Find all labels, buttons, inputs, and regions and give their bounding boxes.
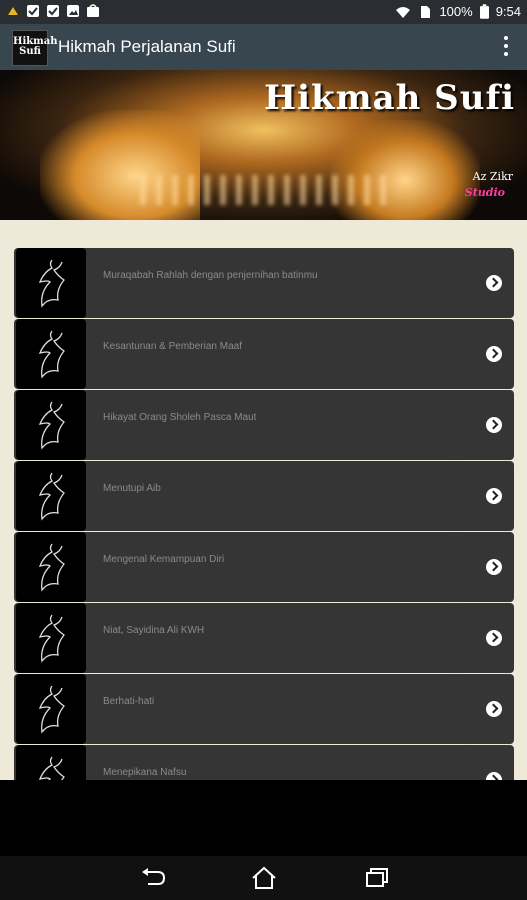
content-area: Muraqabah Rahlah dengan penjernihan bati… — [0, 220, 527, 780]
app-logo-icon: Hikmah Sufi — [12, 30, 58, 66]
chevron-right-icon[interactable] — [486, 701, 502, 717]
home-icon[interactable] — [249, 866, 279, 890]
list-item[interactable]: Mengenal Kemampuan Diri — [14, 532, 514, 602]
back-icon[interactable] — [138, 866, 168, 890]
banner-subtitle-studio: Studio — [464, 186, 505, 199]
chevron-right-icon[interactable] — [486, 559, 502, 575]
list-item-label: Muraqabah Rahlah dengan penjernihan bati… — [103, 270, 318, 281]
list-item[interactable]: Hikayat Orang Sholeh Pasca Maut — [14, 390, 514, 460]
list-item[interactable]: Kesantunan & Pemberian Maaf — [14, 319, 514, 389]
battery-percent: 100% — [439, 4, 473, 19]
dervish-thumbnail-icon — [16, 248, 86, 318]
more-vertical-icon[interactable] — [503, 36, 509, 58]
ad-area — [0, 780, 527, 856]
chevron-right-icon[interactable] — [486, 488, 502, 504]
app-logo-line2: Sufi — [19, 46, 41, 57]
list-item-label: Mengenal Kemampuan Diri — [103, 554, 225, 565]
list-item-label: Menutupi Aib — [103, 483, 161, 494]
article-list[interactable]: Muraqabah Rahlah dengan penjernihan bati… — [14, 248, 514, 780]
dervish-thumbnail-icon — [16, 745, 86, 780]
wifi-icon — [396, 6, 411, 18]
dervish-thumbnail-icon — [16, 674, 86, 744]
app-bar: Hikmah Sufi Hikmah Perjalanan Sufi — [0, 24, 527, 70]
chevron-right-icon[interactable] — [486, 630, 502, 646]
notification-icon — [8, 7, 18, 15]
list-item[interactable]: Menepikana Nafsu — [14, 745, 514, 780]
list-item[interactable]: Niat, Sayidina Ali KWH — [14, 603, 514, 673]
status-bar: 100% 9:54 — [0, 0, 527, 24]
chevron-right-icon[interactable] — [486, 275, 502, 291]
battery-icon — [479, 4, 489, 19]
chevron-right-icon[interactable] — [486, 417, 502, 433]
chevron-right-icon[interactable] — [486, 346, 502, 362]
clock: 9:54 — [495, 4, 521, 19]
chevron-right-icon[interactable] — [486, 772, 502, 780]
sim-icon — [421, 5, 431, 18]
list-item[interactable]: Berhati-hati — [14, 674, 514, 744]
shop-icon — [87, 4, 99, 17]
checkbox-icon — [27, 5, 39, 17]
checkbox-icon — [47, 5, 59, 17]
image-icon — [67, 5, 79, 17]
list-item[interactable]: Muraqabah Rahlah dengan penjernihan bati… — [14, 248, 514, 318]
list-item-label: Menepikana Nafsu — [103, 767, 187, 778]
list-item-label: Hikayat Orang Sholeh Pasca Maut — [103, 412, 257, 423]
dervish-thumbnail-icon — [16, 532, 86, 602]
app-title: Hikmah Perjalanan Sufi — [58, 37, 236, 56]
status-icons-right: 100% 9:54 — [395, 4, 521, 19]
banner-dancer-right — [330, 120, 480, 220]
dervish-thumbnail-icon — [16, 390, 86, 460]
status-icons-left — [6, 4, 100, 18]
dervish-thumbnail-icon — [16, 461, 86, 531]
system-nav-bar — [0, 856, 527, 900]
dervish-thumbnail-icon — [16, 319, 86, 389]
list-item[interactable]: Menutupi Aib — [14, 461, 514, 531]
header-banner: Hikmah Sufi — [0, 70, 527, 220]
banner-title: Hikmah Sufi — [264, 78, 515, 118]
banner-crowd — [140, 175, 390, 205]
dervish-thumbnail-icon — [16, 603, 86, 673]
recents-icon[interactable] — [362, 866, 392, 890]
banner-subtitle: Az Zikr — [472, 170, 513, 183]
list-item-label: Berhati-hati — [103, 696, 155, 707]
list-item-label: Niat, Sayidina Ali KWH — [103, 625, 205, 636]
list-item-label: Kesantunan & Pemberian Maaf — [103, 341, 242, 352]
